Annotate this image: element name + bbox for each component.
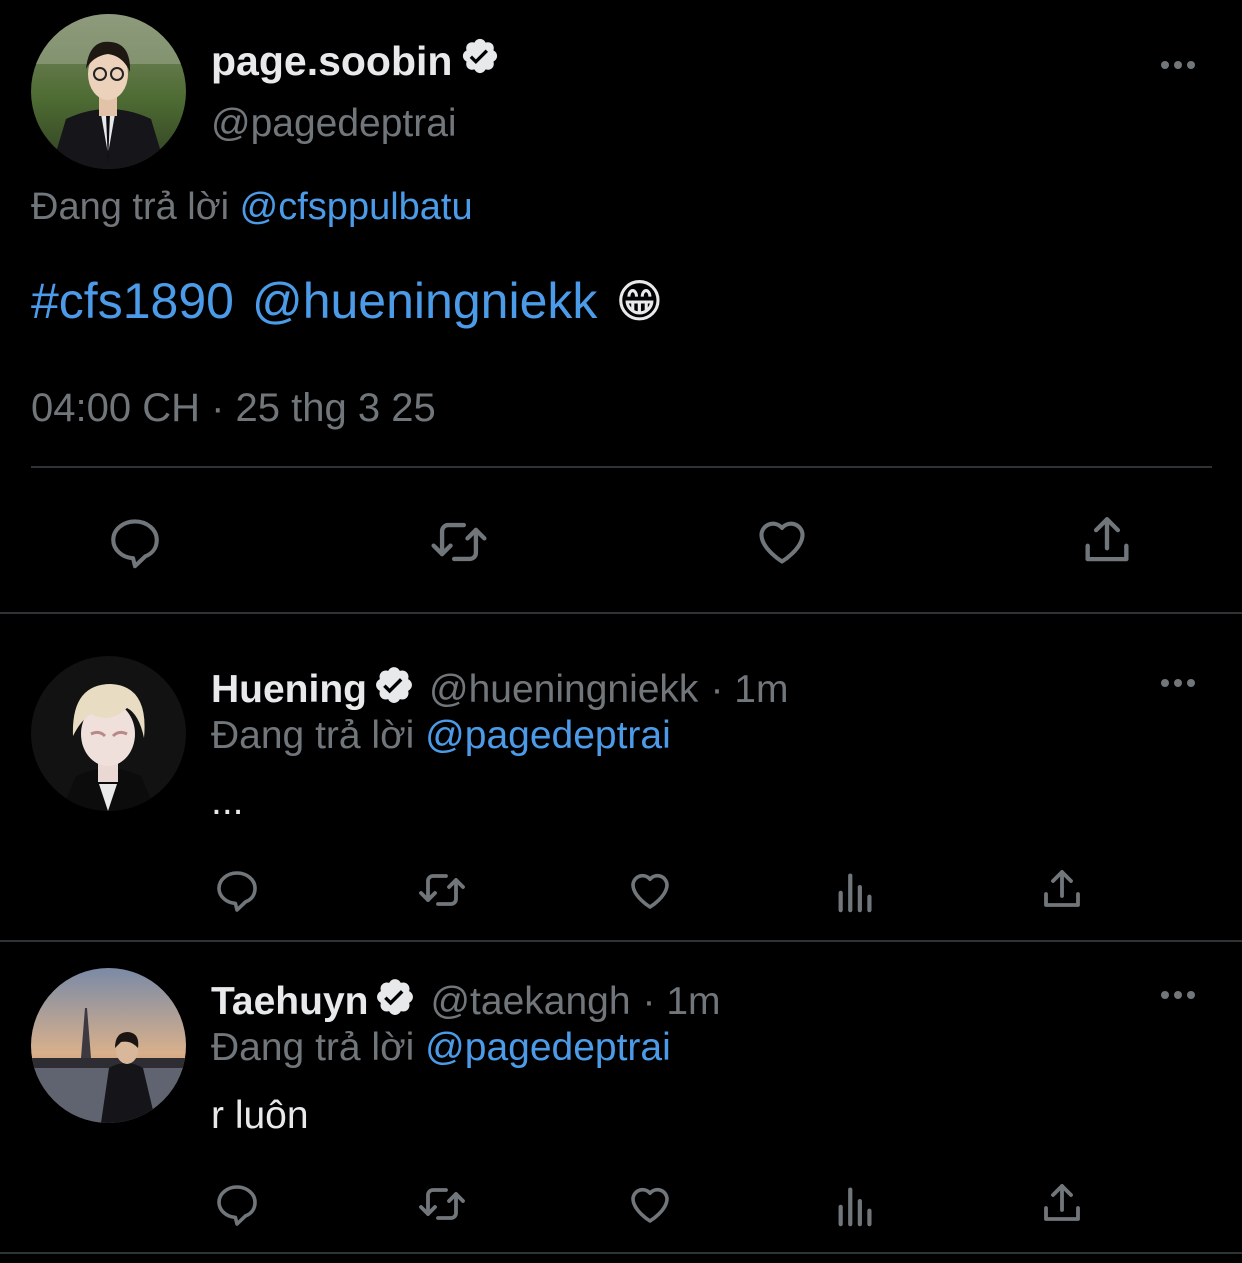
main-tweet-text: #cfs1890 @hueningniekk 😁 [31,272,663,330]
reply-to-link[interactable]: @cfsppulbatu [240,186,473,228]
reply-time[interactable]: · 1m [710,668,788,712]
reply-display-name[interactable]: Huening [211,668,367,712]
section-divider [0,612,1242,614]
reply-icon[interactable] [213,866,261,914]
reply-context: Đang trả lời @pagedeptrai [211,1026,671,1070]
share-icon[interactable] [1078,512,1136,570]
views-icon[interactable] [834,868,878,914]
main-timestamp[interactable]: 04:00 CH · 25 thg 3 25 [31,386,436,431]
more-options-icon[interactable] [1161,679,1195,687]
reply-display-name[interactable]: Taehuyn [211,980,368,1024]
views-icon[interactable] [834,1182,878,1228]
more-options-icon[interactable] [1161,991,1195,999]
main-handle[interactable]: @pagedeptrai [211,102,457,146]
reply-context: Đang trả lời @pagedeptrai [211,714,671,758]
avatar-page-soobin[interactable] [31,14,186,169]
mention-link[interactable]: @hueningniekk [252,272,597,330]
main-display-name[interactable]: page.soobin [211,36,500,86]
reply-prefix: Đang trả lời [211,1026,415,1069]
reply-handle[interactable]: @taekangh [430,980,630,1024]
reply-icon[interactable] [106,513,164,571]
reply-time[interactable]: · 1m [643,980,721,1024]
share-icon[interactable] [1038,1180,1086,1228]
verified-badge-icon [374,976,416,1028]
reply-header: Huening @hueningniekk · 1m [211,664,788,716]
reply-to-link[interactable]: @pagedeptrai [425,714,671,757]
like-icon[interactable] [625,866,675,914]
retweet-icon[interactable] [415,866,469,914]
reply-header: Taehuyn @taekangh · 1m [211,976,721,1028]
reply-text: r luôn [211,1094,309,1137]
reply-handle[interactable]: @hueningniekk [429,668,698,712]
section-divider [0,940,1242,942]
verified-badge-icon [373,664,415,716]
avatar-huening[interactable] [31,656,186,811]
reply-icon[interactable] [213,1180,261,1228]
like-icon[interactable] [752,512,812,570]
avatar-taehuyn[interactable] [31,968,186,1123]
retweet-icon[interactable] [427,513,491,571]
retweet-icon[interactable] [415,1180,469,1228]
grin-emoji: 😁 [615,275,664,327]
reply-to-link[interactable]: @pagedeptrai [425,1026,671,1069]
more-options-icon[interactable] [1161,61,1195,69]
hashtag-link[interactable]: #cfs1890 [31,272,234,330]
like-icon[interactable] [625,1180,675,1228]
main-reply-context: Đang trả lời @cfsppulbatu [31,186,473,229]
section-divider [0,1252,1242,1254]
reply-prefix: Đang trả lời [31,186,230,228]
reply-text: ... [211,780,244,823]
main-divider [31,466,1212,468]
share-icon[interactable] [1038,866,1086,914]
reply-prefix: Đang trả lời [211,714,415,757]
verified-badge-icon [460,36,500,86]
main-display-name-text[interactable]: page.soobin [211,38,452,85]
